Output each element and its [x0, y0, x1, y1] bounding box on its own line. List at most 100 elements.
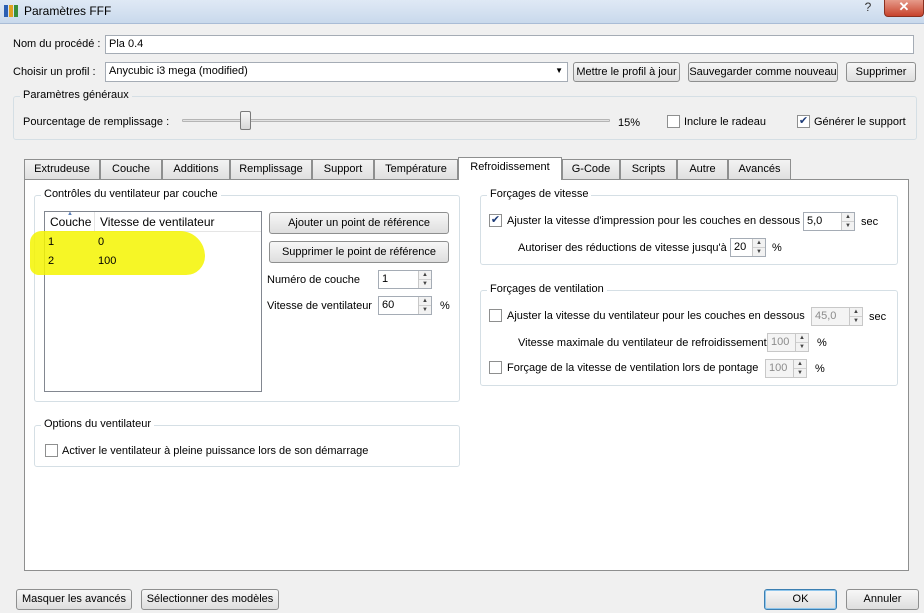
spin-arrows[interactable]: ▲ ▼: [795, 334, 808, 351]
fan-controls-title: Contrôles du ventilateur par couche: [41, 188, 221, 200]
spin-down-icon[interactable]: ▼: [753, 248, 765, 257]
spin-down-icon[interactable]: ▼: [419, 280, 431, 289]
select-models-button[interactable]: Sélectionner des modèles: [141, 589, 279, 610]
adjust-print-speed-spinbox[interactable]: 5,0 ▲ ▼: [803, 212, 855, 231]
spin-down-icon[interactable]: ▼: [850, 317, 862, 326]
full-power-checkbox[interactable]: [45, 444, 58, 457]
raft-checkbox[interactable]: [667, 115, 680, 128]
tab-additions[interactable]: Additions: [162, 159, 230, 179]
fan-overrides-title: Forçages de ventilation: [487, 283, 607, 295]
spin-arrows[interactable]: ▲ ▼: [793, 360, 806, 377]
layer-number-spinbox[interactable]: 1 ▲ ▼: [378, 270, 432, 289]
max-fan-speed-label: Vitesse maximale du ventilateur de refro…: [518, 337, 767, 349]
spin-up-icon[interactable]: ▲: [842, 213, 854, 222]
fan-speed-value: 60: [382, 299, 395, 311]
save-as-new-button[interactable]: Sauvegarder comme nouveau: [688, 62, 838, 82]
spin-down-icon[interactable]: ▼: [419, 306, 431, 315]
adjust-print-speed-checkbox[interactable]: ✔: [489, 214, 502, 227]
bridge-fan-checkbox[interactable]: [489, 361, 502, 374]
spin-arrows[interactable]: ▲ ▼: [849, 308, 862, 325]
tab-temperature[interactable]: Température: [374, 159, 458, 179]
adjust-fan-speed-checkbox[interactable]: [489, 309, 502, 322]
support-label: Générer le support: [814, 116, 906, 128]
spin-up-icon[interactable]: ▲: [796, 334, 808, 343]
sort-indicator-icon: ▲: [67, 211, 73, 217]
tab-avances[interactable]: Avancés: [728, 159, 791, 179]
allow-reduction-label: Autoriser des réductions de vitesse jusq…: [518, 242, 727, 254]
full-power-label: Activer le ventilateur à pleine puissanc…: [62, 445, 369, 457]
adjust-print-speed-label: Ajuster la vitesse d'impression pour les…: [507, 215, 801, 227]
spin-down-icon[interactable]: ▼: [796, 343, 808, 352]
tab-extrudeuse[interactable]: Extrudeuse: [24, 159, 100, 179]
allow-reduction-spinbox[interactable]: 20 ▲ ▼: [730, 238, 766, 257]
remove-reference-point-button[interactable]: Supprimer le point de référence: [269, 241, 449, 263]
column-header-fan-speed[interactable]: Vitesse de ventilateur: [95, 212, 261, 232]
tab-autre[interactable]: Autre: [677, 159, 728, 179]
help-button[interactable]: ?: [855, 0, 881, 17]
spin-up-icon[interactable]: ▲: [794, 360, 806, 369]
spin-up-icon[interactable]: ▲: [419, 297, 431, 306]
spin-up-icon[interactable]: ▲: [850, 308, 862, 317]
table-cell-speed: 0: [98, 236, 105, 248]
speed-overrides-title: Forçages de vitesse: [487, 188, 592, 200]
fan-speed-label: Vitesse de ventilateur: [267, 300, 372, 312]
layer-number-value: 1: [382, 273, 389, 285]
fan-options-title: Options du ventilateur: [41, 418, 155, 430]
profile-select[interactable]: Anycubic i3 mega (modified) ▼: [105, 62, 568, 82]
spin-down-icon[interactable]: ▼: [842, 222, 854, 231]
app-icon: [4, 5, 18, 17]
title-bar: [0, 0, 924, 24]
table-cell-layer: 2: [48, 255, 55, 267]
ok-button[interactable]: OK: [764, 589, 837, 610]
tab-gcode[interactable]: G-Code: [562, 159, 620, 179]
spin-arrows[interactable]: ▲ ▼: [418, 271, 431, 288]
close-button[interactable]: ✕: [884, 0, 924, 17]
adjust-fan-speed-label: Ajuster la vitesse du ventilateur pour l…: [507, 310, 805, 322]
max-fan-speed-value: 100: [771, 336, 790, 348]
allow-reduction-unit: %: [772, 242, 782, 254]
infill-slider-handle[interactable]: [240, 111, 252, 130]
spin-up-icon[interactable]: ▲: [753, 239, 765, 248]
delete-profile-button[interactable]: Supprimer: [846, 62, 916, 82]
checkmark-icon: ✔: [490, 214, 501, 226]
adjust-fan-speed-spinbox[interactable]: 45,0 ▲ ▼: [811, 307, 863, 326]
general-settings-title: Paramètres généraux: [20, 89, 132, 101]
tab-refroidissement[interactable]: Refroidissement: [458, 157, 562, 180]
yellow-highlight-mark: [30, 231, 205, 275]
max-fan-speed-spinbox[interactable]: 100 ▲ ▼: [767, 333, 809, 352]
tab-remplissage[interactable]: Remplissage: [230, 159, 312, 179]
chevron-down-icon: ▼: [555, 66, 563, 75]
max-fan-speed-unit: %: [817, 337, 827, 349]
tab-support[interactable]: Support: [312, 159, 374, 179]
window-title: Paramètres FFF: [24, 4, 112, 18]
bridge-fan-value: 100: [769, 362, 788, 374]
process-name-label: Nom du procédé :: [13, 38, 101, 50]
bridge-fan-spinbox[interactable]: 100 ▲ ▼: [765, 359, 807, 378]
fan-speed-spinbox[interactable]: 60 ▲ ▼: [378, 296, 432, 315]
process-name-input[interactable]: Pla 0.4: [105, 35, 914, 54]
spin-arrows[interactable]: ▲ ▼: [418, 297, 431, 314]
layer-number-label: Numéro de couche: [267, 274, 360, 286]
infill-value: 15%: [618, 117, 641, 129]
checkmark-icon: ✔: [798, 115, 809, 127]
profile-selected-value: Anycubic i3 mega (modified): [109, 65, 248, 77]
tab-scripts[interactable]: Scripts: [620, 159, 677, 179]
add-reference-point-button[interactable]: Ajouter un point de référence: [269, 212, 449, 234]
adjust-fan-speed-unit: sec: [869, 311, 887, 323]
tab-couche[interactable]: Couche: [100, 159, 162, 179]
allow-reduction-value: 20: [734, 241, 747, 253]
adjust-print-speed-unit: sec: [861, 216, 879, 228]
spin-up-icon[interactable]: ▲: [419, 271, 431, 280]
spin-arrows[interactable]: ▲ ▼: [841, 213, 854, 230]
spin-arrows[interactable]: ▲ ▼: [752, 239, 765, 256]
adjust-print-speed-value: 5,0: [807, 215, 823, 227]
spin-down-icon[interactable]: ▼: [794, 369, 806, 378]
cancel-button[interactable]: Annuler: [846, 589, 919, 610]
support-checkbox[interactable]: ✔: [797, 115, 810, 128]
bridge-fan-label: Forçage de la vitesse de ventilation lor…: [507, 362, 759, 374]
table-cell-speed: 100: [98, 255, 117, 267]
update-profile-button[interactable]: Mettre le profil à jour: [573, 62, 680, 82]
table-cell-layer: 1: [48, 236, 55, 248]
hide-advanced-button[interactable]: Masquer les avancés: [16, 589, 132, 610]
profile-label: Choisir un profil :: [13, 66, 96, 78]
